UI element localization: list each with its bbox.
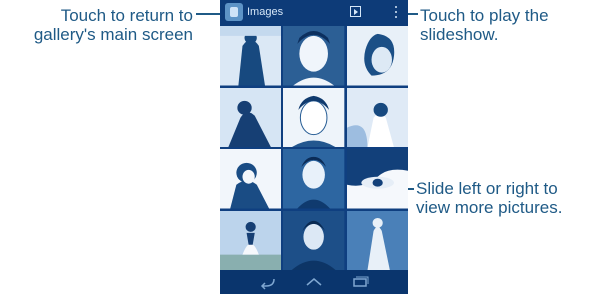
slideshow-play-icon[interactable] <box>350 6 361 17</box>
picture-thumbnail[interactable] <box>283 149 345 209</box>
picture-grid[interactable] <box>220 26 408 270</box>
callout-return-line-1: Touch to return to <box>60 6 193 25</box>
picture-thumbnail[interactable] <box>346 149 408 209</box>
picture-thumbnail[interactable] <box>346 87 408 147</box>
picture-thumbnail[interactable] <box>220 87 282 147</box>
recent-apps-icon[interactable] <box>350 274 370 290</box>
album-title: Images <box>247 6 284 18</box>
navigation-bar <box>220 270 408 294</box>
gallery-action-bar: Images <box>220 0 408 26</box>
callout-play-slideshow: Touch to play the slideshow. <box>420 6 549 44</box>
picture-thumbnail[interactable] <box>220 149 282 209</box>
picture-thumbnail[interactable] <box>346 26 408 86</box>
callout-play-line-2: slideshow. <box>420 25 499 44</box>
home-icon[interactable] <box>304 274 324 290</box>
back-icon[interactable] <box>258 274 278 290</box>
picture-thumbnail[interactable] <box>283 87 345 147</box>
picture-thumbnail[interactable] <box>283 210 345 270</box>
picture-thumbnail[interactable] <box>220 210 282 270</box>
callout-return-line-2: gallery's main screen <box>33 25 193 44</box>
phone-screen: Images <box>220 0 408 294</box>
callout-play-line-1: Touch to play the <box>420 6 549 25</box>
callout-slide-line-1: Slide left or right to <box>416 179 558 198</box>
gallery-app-icon[interactable] <box>225 3 243 21</box>
callout-slide-more-pictures: Slide left or right to view more picture… <box>416 179 562 217</box>
picture-thumbnail[interactable] <box>283 26 345 86</box>
callout-return-to-gallery: Touch to return to gallery's main screen <box>3 6 193 44</box>
overflow-menu-icon[interactable] <box>394 5 398 19</box>
picture-thumbnail[interactable] <box>220 26 282 86</box>
picture-thumbnail[interactable] <box>346 210 408 270</box>
callout-slide-line-2: view more pictures. <box>416 198 563 217</box>
